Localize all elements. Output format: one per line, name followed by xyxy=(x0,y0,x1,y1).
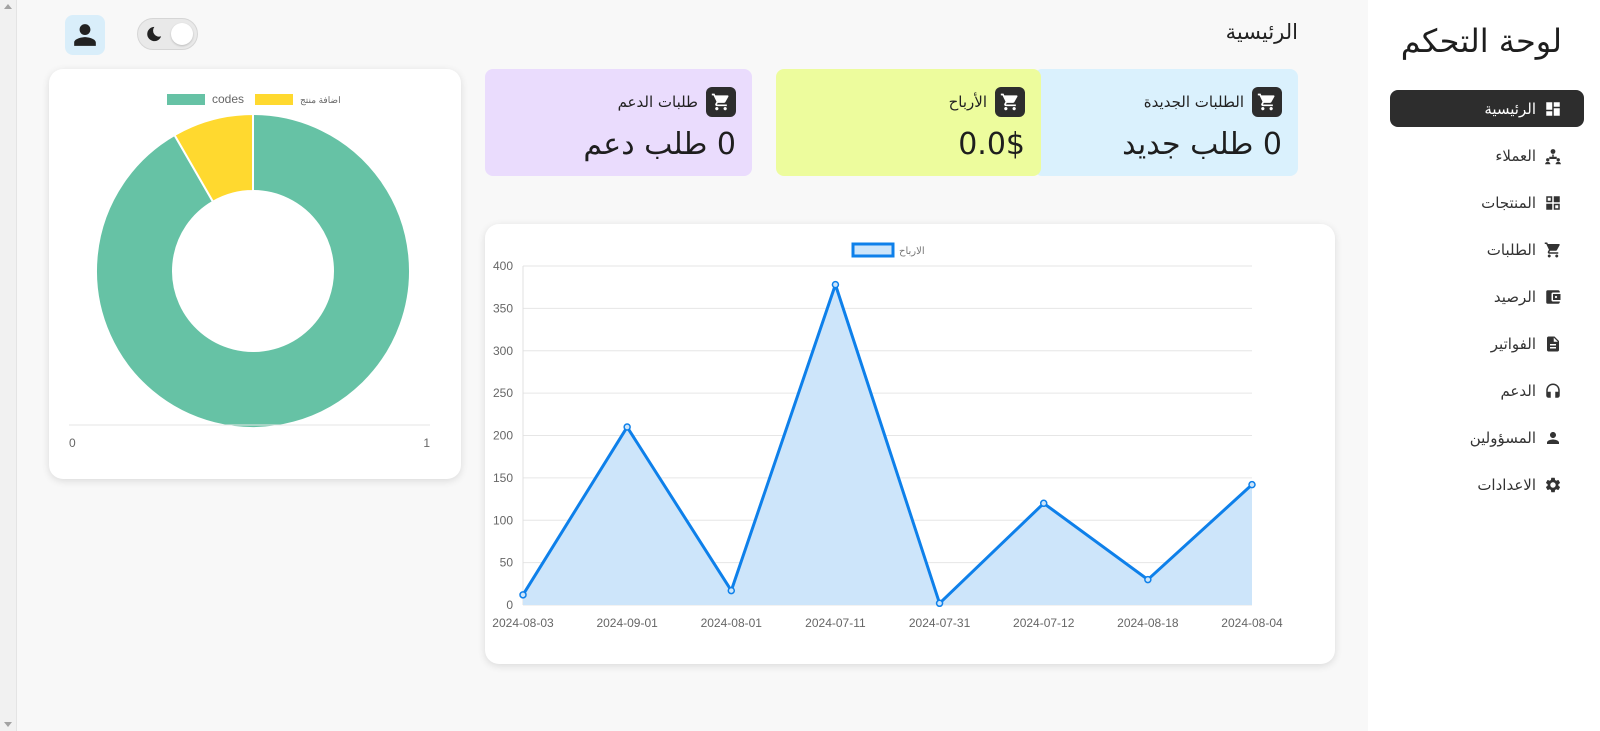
y-tick-label: 400 xyxy=(493,259,513,273)
sidebar-item-orders[interactable]: الطلبات xyxy=(1390,231,1584,268)
data-point xyxy=(1248,480,1256,489)
card-value: 0.0$ xyxy=(958,127,1025,162)
x-tick-label: 2024-08-18 xyxy=(1117,616,1179,630)
data-point xyxy=(727,586,736,595)
card-profits: الأرباح 0.0$ xyxy=(776,69,1041,176)
x-tick-label: 2024-08-03 xyxy=(492,616,554,630)
sidebar-title: لوحة التحكم xyxy=(1400,22,1562,60)
sidebar-item-settings[interactable]: الاعدادات xyxy=(1390,466,1584,503)
y-tick-label: 300 xyxy=(493,344,513,358)
page-scrollbar[interactable] xyxy=(0,0,17,731)
sidebar-item-support[interactable]: الدعم xyxy=(1390,372,1584,409)
data-point xyxy=(935,599,944,608)
y-tick-label: 0 xyxy=(506,598,513,612)
theme-toggle[interactable] xyxy=(137,18,198,50)
cart-icon xyxy=(706,87,736,117)
card-title: الطلبات الجديدة xyxy=(1143,93,1244,111)
cart-icon xyxy=(1252,87,1282,117)
data-point xyxy=(831,280,840,289)
card-new-orders: الطلبات الجديدة 0 طلب جديد xyxy=(1034,69,1298,176)
invoice-icon xyxy=(1544,335,1562,353)
sidebar-item-label: الفواتير xyxy=(1490,334,1536,353)
moon-icon xyxy=(147,26,162,42)
legend-swatch xyxy=(167,94,205,105)
legend-label: الارباح xyxy=(899,246,925,257)
donut-axis-tick: 0 xyxy=(69,436,76,450)
sidebar-item-products[interactable]: المنتجات xyxy=(1390,184,1584,221)
y-tick-label: 250 xyxy=(493,386,513,400)
data-point xyxy=(519,591,527,599)
wallet-icon xyxy=(1544,288,1562,306)
cart-icon xyxy=(1544,241,1562,259)
sidebar-item-label: الاعدادات xyxy=(1477,475,1536,494)
x-tick-label: 2024-07-31 xyxy=(909,616,971,630)
legend-swatch xyxy=(851,242,895,258)
data-point xyxy=(623,423,631,431)
y-tick-label: 50 xyxy=(500,556,514,570)
dashboard-icon xyxy=(1544,100,1562,118)
sidebar-item-label: العملاء xyxy=(1495,146,1536,165)
sidebar-item-customers[interactable]: العملاء xyxy=(1390,137,1584,174)
legend-swatch xyxy=(255,94,293,105)
headset-icon xyxy=(1544,382,1562,400)
data-point xyxy=(1144,575,1152,584)
legend-label: اضافة منتج xyxy=(300,95,341,106)
sidebar-item-label: الرصيد xyxy=(1493,287,1536,306)
cart-icon xyxy=(995,87,1025,117)
sidebar-menu: الرئيسية العملاء المنتجات الطلبات الرصيد… xyxy=(1390,90,1584,513)
gear-icon xyxy=(1544,476,1562,494)
sidebar-item-label: الدعم xyxy=(1500,381,1536,400)
y-tick-label: 100 xyxy=(493,513,513,527)
card-value: 0 طلب دعم xyxy=(583,127,736,162)
y-tick-label: 350 xyxy=(493,301,513,315)
profits-line-chart: الارباح 0 50 100 150 200 250 300 350 400 2024-08-0… xyxy=(492,242,1283,630)
user-avatar-icon xyxy=(74,24,96,46)
card-title: طلبات الدعم xyxy=(617,93,698,111)
toggle-knob[interactable] xyxy=(171,23,193,45)
products-icon xyxy=(1544,194,1562,212)
y-tick-label: 150 xyxy=(493,471,513,485)
sidebar-item-invoices[interactable]: الفواتير xyxy=(1390,325,1584,362)
x-tick-label: 2024-07-11 xyxy=(805,616,866,630)
scroll-down-icon[interactable] xyxy=(4,722,12,727)
legend-label: codes xyxy=(212,92,244,106)
sidebar-item-label: المسؤولين xyxy=(1469,428,1536,447)
donut-chart-panel: codes اضافة منتج 0 1 xyxy=(49,69,461,479)
sidebar: لوحة التحكم الرئيسية العملاء المنتجات ال… xyxy=(1368,0,1600,731)
sidebar-item-label: المنتجات xyxy=(1481,193,1536,212)
sidebar-item-label: الرئيسية xyxy=(1484,99,1536,118)
sidebar-item-balance[interactable]: الرصيد xyxy=(1390,278,1584,315)
sidebar-item-home[interactable]: الرئيسية xyxy=(1390,90,1584,127)
donut-chart: codes اضافة منتج 0 1 xyxy=(69,92,430,450)
sidebar-item-admins[interactable]: المسؤولين xyxy=(1390,419,1584,456)
card-support-requests: طلبات الدعم 0 طلب دعم xyxy=(485,69,752,176)
x-tick-label: 2024-07-12 xyxy=(1013,616,1075,630)
y-tick-label: 200 xyxy=(493,429,513,443)
x-tick-label: 2024-09-01 xyxy=(596,616,658,630)
card-title: الأرباح xyxy=(948,93,987,111)
card-value: 0 طلب جديد xyxy=(1122,127,1282,162)
scroll-up-icon[interactable] xyxy=(4,4,12,9)
x-tick-label: 2024-08-04 xyxy=(1221,616,1283,630)
profits-chart-panel: الارباح 0 50 100 150 200 250 300 350 400 2024-08-0… xyxy=(485,224,1335,664)
user-icon xyxy=(1544,429,1562,447)
x-tick-label: 2024-08-01 xyxy=(701,616,763,630)
page-title: الرئيسية xyxy=(1225,20,1298,44)
customers-icon xyxy=(1544,147,1562,165)
data-point xyxy=(1039,499,1048,508)
sidebar-item-label: الطلبات xyxy=(1486,240,1536,259)
donut-axis-tick: 1 xyxy=(423,436,430,450)
avatar-button[interactable] xyxy=(65,15,105,55)
